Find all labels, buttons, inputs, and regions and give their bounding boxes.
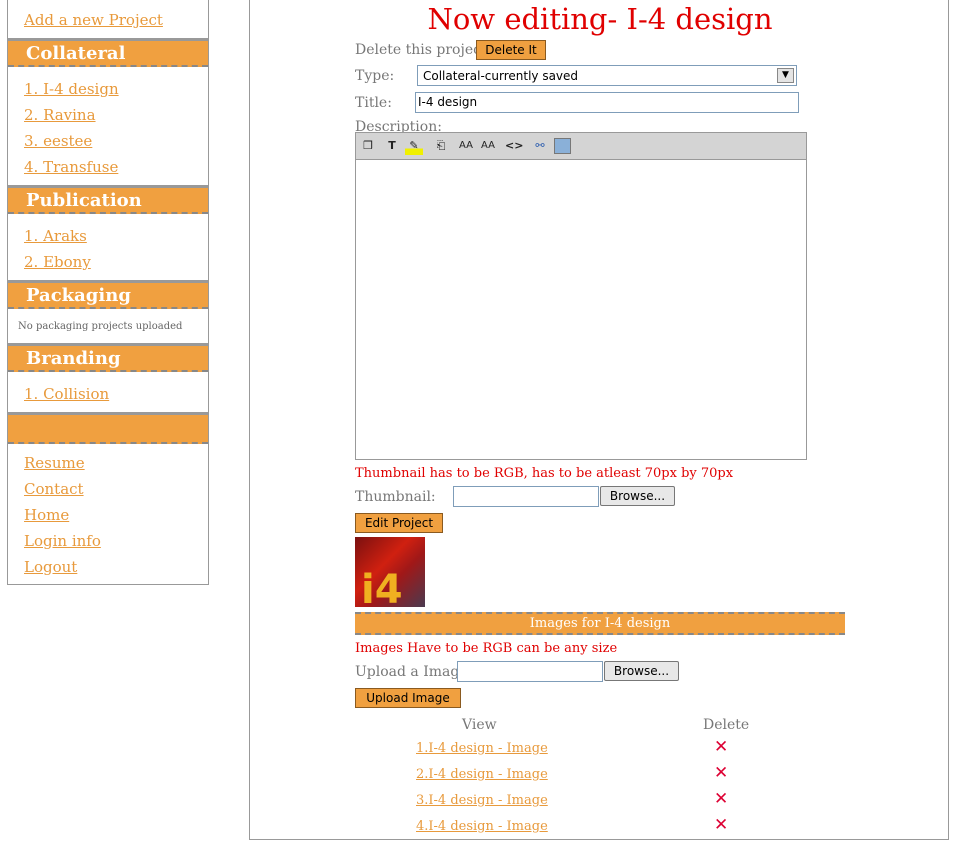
section-header-publication: Publication [8, 185, 208, 214]
contact-link[interactable]: Contact [24, 480, 84, 498]
resume-link[interactable]: Resume [24, 454, 85, 472]
image-icon[interactable] [554, 138, 571, 154]
section-header-collateral: Collateral [8, 38, 208, 67]
font-size-down-icon[interactable]: AA [479, 137, 497, 155]
upload-browse-button[interactable]: Browse... [604, 661, 679, 681]
login-info-link[interactable]: Login info [24, 532, 101, 550]
thumbnail-file-input[interactable] [453, 486, 599, 507]
description-editor[interactable]: ❒ T ✎ ⎗ AA AA <> ⚯ [355, 132, 807, 460]
delete-x-icon-3[interactable]: ✕ [714, 789, 728, 809]
image-link-2[interactable]: 2.I-4 design - Image [416, 767, 548, 782]
code-icon[interactable]: <> [505, 137, 523, 155]
delete-x-icon-2[interactable]: ✕ [714, 763, 728, 783]
delete-prompt: Delete this project? [355, 42, 495, 58]
cube-icon[interactable]: ❒ [359, 137, 377, 155]
thumbnail-label: Thumbnail: [355, 489, 436, 505]
logout-link[interactable]: Logout [24, 558, 77, 576]
thumbnail-browse-button[interactable]: Browse... [600, 486, 675, 506]
delete-project-button[interactable]: Delete It [476, 40, 546, 60]
image-link-3[interactable]: 3.I-4 design - Image [416, 793, 548, 808]
page-title: Now editing- I-4 design [427, 2, 773, 36]
packaging-empty-note: No packaging projects uploaded [18, 321, 183, 332]
sidebar-item-eestee[interactable]: 3. eestee [24, 132, 92, 150]
images-section-header: Images for I-4 design [355, 612, 845, 635]
upload-image-button[interactable]: Upload Image [355, 688, 461, 708]
delete-x-icon-1[interactable]: ✕ [714, 737, 728, 757]
edit-project-button[interactable]: Edit Project [355, 513, 443, 533]
delete-x-icon-4[interactable]: ✕ [714, 815, 728, 835]
text-color-icon[interactable]: T [383, 137, 401, 155]
paste-icon[interactable]: ⎗ [432, 137, 450, 155]
font-size-up-icon[interactable]: AA [457, 137, 475, 155]
highlight-icon[interactable]: ✎ [405, 137, 423, 155]
project-thumbnail-image: i4 [355, 537, 425, 607]
sidebar-item-collision[interactable]: 1. Collision [24, 385, 109, 403]
sidebar: Add a new Project Collateral 1. I-4 desi… [7, 0, 209, 585]
editor-toolbar: ❒ T ✎ ⎗ AA AA <> ⚯ [356, 133, 806, 160]
sidebar-item-ebony[interactable]: 2. Ebony [24, 253, 91, 271]
section-header-branding: Branding [8, 343, 208, 372]
image-link-1[interactable]: 1.I-4 design - Image [416, 741, 548, 756]
section-header-blank [8, 412, 208, 444]
main-panel: Now editing- I-4 design Delete this proj… [249, 0, 949, 840]
sidebar-item-i4-design[interactable]: 1. I-4 design [24, 80, 119, 98]
upload-label: Upload a Image: [355, 664, 473, 680]
thumbnail-note: Thumbnail has to be RGB, has to be atlea… [355, 466, 734, 481]
col-delete-header: Delete [703, 717, 750, 733]
type-select-value: Collateral-currently saved [423, 69, 579, 83]
sidebar-item-araks[interactable]: 1. Araks [24, 227, 87, 245]
type-label: Type: [355, 68, 395, 84]
images-note: Images Have to be RGB can be any size [355, 641, 618, 656]
title-label: Title: [355, 95, 392, 111]
col-view-header: View [462, 717, 497, 733]
thumbnail-logo: i4 [361, 567, 403, 607]
upload-file-input[interactable] [457, 661, 603, 682]
sidebar-item-ravina[interactable]: 2. Ravina [24, 106, 96, 124]
title-input[interactable]: I-4 design [415, 92, 799, 113]
image-link-4[interactable]: 4.I-4 design - Image [416, 819, 548, 834]
home-link[interactable]: Home [24, 506, 69, 524]
add-project-link[interactable]: Add a new Project [24, 11, 163, 29]
type-select[interactable]: Collateral-currently saved ▼ [417, 65, 797, 86]
section-header-packaging: Packaging [8, 280, 208, 309]
chevron-down-icon[interactable]: ▼ [777, 68, 794, 83]
sidebar-item-transfuse[interactable]: 4. Transfuse [24, 158, 118, 176]
link-icon[interactable]: ⚯ [531, 137, 549, 155]
